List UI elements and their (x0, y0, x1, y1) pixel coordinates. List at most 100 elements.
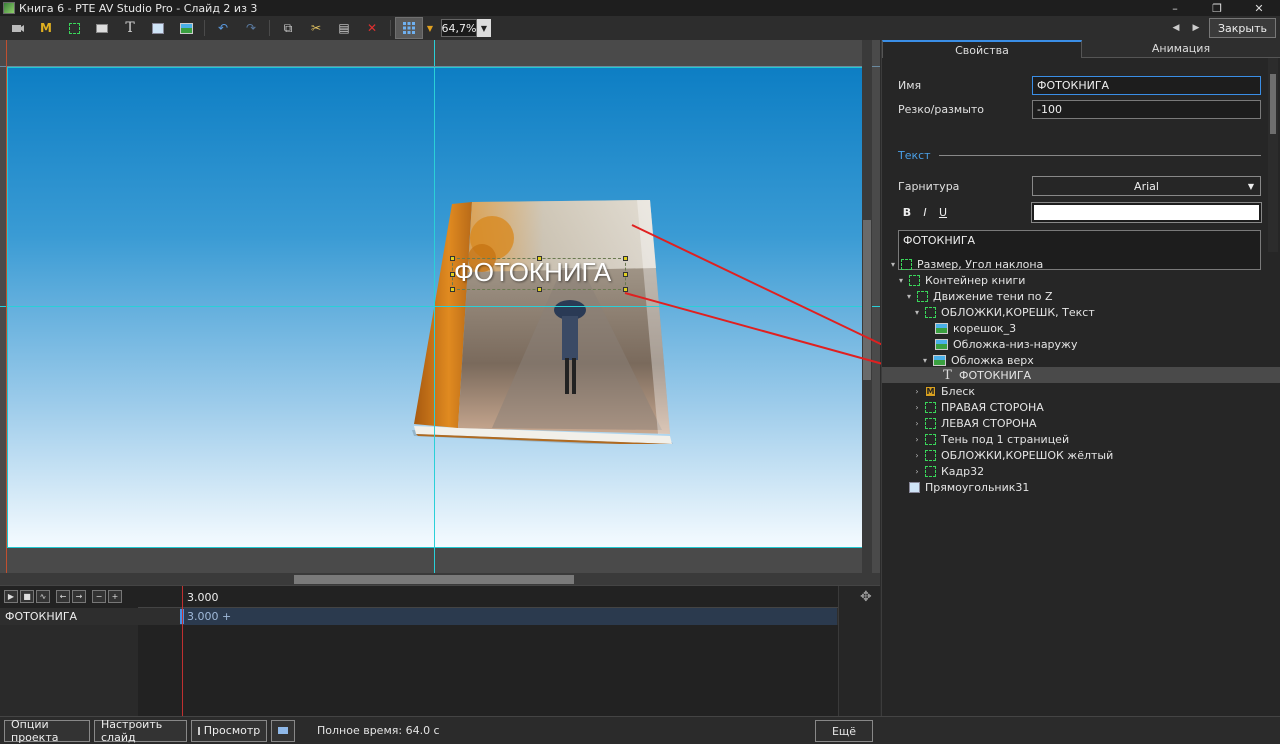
image-tool-button[interactable] (172, 17, 200, 39)
top-guide (0, 66, 880, 67)
expand-chevron-icon[interactable]: › (912, 387, 922, 396)
video-tool-button[interactable] (88, 17, 116, 39)
name-field[interactable]: ФОТОКНИГА (1032, 76, 1261, 95)
copy-icon[interactable]: ⧉ (274, 17, 302, 39)
total-time: Полное время: 64.0 с (317, 724, 440, 737)
minimize-button[interactable]: – (1154, 0, 1196, 16)
zoom-out-icon[interactable]: − (92, 590, 106, 603)
play-icon[interactable]: ▶ (4, 590, 18, 603)
delete-icon[interactable]: ✕ (358, 17, 386, 39)
left-safe-edge (6, 40, 7, 585)
undo-icon[interactable]: ↶ (209, 17, 237, 39)
blur-field[interactable]: -100 (1032, 100, 1261, 119)
close-button[interactable]: Закрыть (1209, 18, 1276, 38)
slide-caption-text[interactable]: ФОТОКНИГА (454, 257, 611, 288)
tree-item[interactable]: › Кадр32 (882, 463, 1280, 479)
text-color-picker[interactable] (1031, 202, 1262, 223)
expand-chevron-icon[interactable]: › (912, 451, 922, 460)
canvas-vertical-scrollbar[interactable] (862, 40, 872, 585)
tree-item[interactable]: Прямоугольник31 (882, 479, 1280, 495)
project-options-button[interactable]: Опции проекта (4, 718, 90, 744)
tree-item-label: Кадр32 (941, 464, 985, 478)
expand-chevron-icon[interactable]: ▾ (896, 276, 906, 285)
mask-tool-button[interactable]: M (32, 17, 60, 39)
paste-icon[interactable]: ▤ (330, 17, 358, 39)
tree-item[interactable]: ▾ Обложка верх (882, 352, 1280, 368)
tree-item-label: корешок_3 (953, 321, 1017, 335)
frame-tool-button[interactable] (60, 17, 88, 39)
image-icon (935, 338, 948, 350)
stop-icon[interactable]: ■ (20, 590, 34, 603)
camera-icon[interactable] (4, 17, 32, 39)
name-label: Имя (898, 79, 922, 92)
tree-item[interactable]: ▾ Контейнер книги (882, 272, 1280, 288)
tree-item[interactable]: T ФОТОКНИГА (882, 367, 1280, 383)
frame-icon (909, 274, 920, 286)
expand-chevron-icon[interactable]: ▾ (888, 260, 898, 269)
expand-chevron-icon[interactable]: › (912, 403, 922, 412)
italic-button[interactable]: I (916, 206, 934, 219)
tree-item[interactable]: корешок_3 (882, 320, 1280, 336)
expand-chevron-icon[interactable]: › (912, 435, 922, 444)
arrow-right-icon[interactable]: → (72, 590, 86, 603)
vertical-guide[interactable] (434, 40, 435, 585)
expand-chevron-icon[interactable]: ▾ (904, 292, 914, 301)
tab-properties[interactable]: Свойства (882, 40, 1082, 58)
horizontal-guide[interactable] (0, 306, 880, 307)
tree-item[interactable]: › M Блеск (882, 383, 1280, 399)
tree-item[interactable]: › ЛЕВАЯ СТОРОНА (882, 415, 1280, 431)
font-select[interactable]: Arial ▼ (1032, 176, 1261, 196)
text-tool-button[interactable]: T (116, 17, 144, 39)
zoom-dropdown-icon[interactable]: ▼ (477, 19, 491, 37)
rectangle-icon (909, 481, 920, 493)
tree-item[interactable]: ▾ Размер, Угол наклона (882, 256, 1280, 272)
zoom-input[interactable]: 64,7% (441, 19, 477, 37)
keyframe-bar[interactable] (180, 608, 837, 625)
timeline-track[interactable]: ФОТОКНИГА 3.000 + (0, 608, 838, 625)
waveform-icon[interactable]: ∿ (36, 590, 50, 603)
blur-label: Резко/размыто (898, 103, 985, 116)
track-label: ФОТОКНИГА (5, 610, 78, 623)
prev-slide-icon[interactable]: ◀ (1169, 23, 1183, 33)
tree-item-label: ОБЛОЖКИ,КОРЕШОК жёлтый (941, 448, 1114, 462)
preview-button[interactable]: Просмотр (191, 719, 267, 742)
tree-item-label: Тень под 1 страницей (941, 432, 1070, 446)
maximize-button[interactable]: ❐ (1196, 0, 1238, 16)
publish-icon[interactable] (271, 719, 295, 742)
tree-item[interactable]: ▾ ОБЛОЖКИ,КОРЕШК, Текст (882, 304, 1280, 320)
tree-item[interactable]: Обложка-низ-наружу (882, 336, 1280, 352)
tree-item[interactable]: › Тень под 1 страницей (882, 431, 1280, 447)
cut-icon[interactable]: ✂ (302, 17, 330, 39)
expand-chevron-icon[interactable]: ▾ (912, 308, 922, 317)
zoom-in-icon[interactable]: + (108, 590, 122, 603)
tree-item-label: ФОТОКНИГА (959, 368, 1032, 382)
customize-slide-button[interactable]: Настроить слайд (94, 718, 187, 744)
underline-button[interactable]: U (934, 206, 952, 219)
app-icon (3, 2, 15, 14)
time-cursor[interactable] (182, 586, 183, 717)
redo-icon[interactable]: ↷ (237, 17, 265, 39)
timeline-ruler[interactable] (138, 586, 838, 608)
more-button[interactable]: Ещё (815, 720, 873, 742)
frame-icon (925, 449, 936, 461)
tree-item[interactable]: › ПРАВАЯ СТОРОНА (882, 399, 1280, 415)
photobook-image[interactable] (412, 198, 674, 444)
timeline-time: 3.000 (187, 591, 219, 604)
move-icon[interactable]: ✥ (860, 589, 872, 605)
grid-icon[interactable] (395, 17, 423, 39)
grid-options-chevron-icon[interactable]: ▼ (423, 17, 437, 39)
arrow-left-icon[interactable]: ← (56, 590, 70, 603)
tree-item[interactable]: › ОБЛОЖКИ,КОРЕШОК жёлтый (882, 447, 1280, 463)
expand-chevron-icon[interactable]: › (912, 419, 922, 428)
bold-button[interactable]: B (898, 206, 916, 219)
next-slide-icon[interactable]: ▶ (1189, 23, 1203, 33)
rectangle-tool-button[interactable] (144, 17, 172, 39)
slide-canvas[interactable]: ФОТОКНИГА (0, 40, 880, 585)
tab-animation[interactable]: Анимация (1082, 40, 1280, 58)
close-window-button[interactable]: ✕ (1238, 0, 1280, 16)
properties-scrollbar[interactable] (1268, 58, 1278, 252)
canvas-horizontal-scrollbar[interactable] (0, 573, 880, 585)
expand-chevron-icon[interactable]: ▾ (920, 356, 930, 365)
expand-chevron-icon[interactable]: › (912, 467, 922, 476)
tree-item[interactable]: ▾ Движение тени по Z (882, 288, 1280, 304)
